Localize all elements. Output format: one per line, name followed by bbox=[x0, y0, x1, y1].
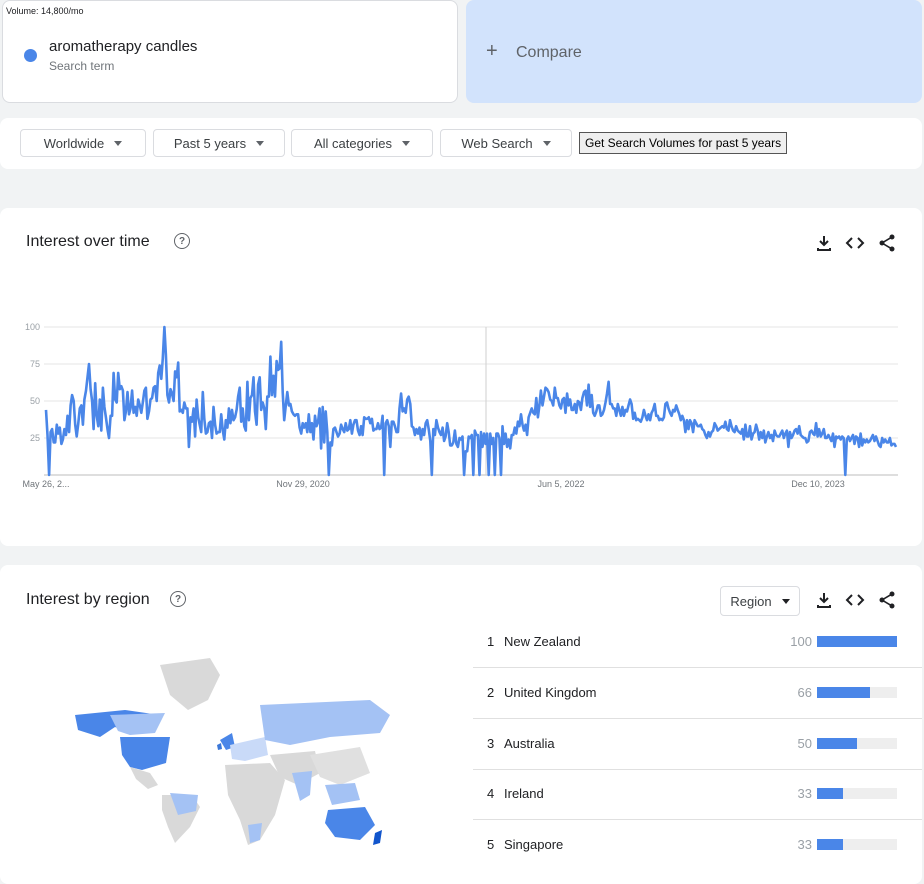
y-tick-label: 25 bbox=[30, 433, 40, 443]
x-tick-label: Dec 10, 2023 bbox=[791, 479, 845, 489]
caret-down-icon bbox=[256, 140, 265, 146]
x-tick-label: May 26, 2... bbox=[22, 479, 69, 489]
region-rank: 1 bbox=[487, 634, 495, 649]
help-icon[interactable]: ? bbox=[170, 591, 186, 607]
region-mexico-central[interactable] bbox=[130, 767, 158, 789]
region-bar-track bbox=[817, 738, 897, 749]
interest-line-chart[interactable]: 25 50 75 100 May 26, 2... Nov 29, 2020 Jun 5,… bbox=[0, 316, 922, 506]
region-india[interactable] bbox=[292, 771, 312, 801]
region-name: Singapore bbox=[504, 837, 564, 852]
region-united-states[interactable] bbox=[120, 737, 170, 770]
region-bar-track bbox=[817, 839, 897, 850]
y-tick-label: 50 bbox=[30, 396, 40, 406]
share-icon[interactable] bbox=[877, 233, 897, 253]
region-row[interactable]: 1 New Zealand 100 bbox=[473, 618, 922, 668]
caret-down-icon bbox=[402, 140, 411, 146]
region-value: 33 bbox=[797, 786, 812, 801]
region-rank: 2 bbox=[487, 685, 495, 700]
region-rank: 3 bbox=[487, 736, 495, 751]
region-russia[interactable] bbox=[260, 700, 390, 745]
compare-button[interactable]: + Compare bbox=[466, 0, 922, 103]
region-new-zealand[interactable] bbox=[373, 830, 382, 845]
region-name: New Zealand bbox=[504, 634, 581, 649]
region-row[interactable]: 2 United Kingdom 66 bbox=[473, 669, 922, 719]
download-icon[interactable] bbox=[814, 233, 834, 253]
region-name: Ireland bbox=[504, 786, 544, 801]
region-bar-track bbox=[817, 636, 897, 647]
region-china[interactable] bbox=[310, 747, 370, 785]
y-tick-label: 75 bbox=[30, 359, 40, 369]
help-icon[interactable]: ? bbox=[174, 233, 190, 249]
region-south-africa[interactable] bbox=[248, 823, 262, 843]
embed-icon[interactable] bbox=[845, 233, 865, 253]
volume-label: Volume: 14,800/mo bbox=[6, 6, 84, 16]
caret-down-icon bbox=[781, 598, 790, 604]
interest-by-region-card: Interest by region ? Region 1 New Zealan… bbox=[0, 565, 922, 884]
y-tick-label: 100 bbox=[25, 322, 40, 332]
region-canada-east[interactable] bbox=[110, 713, 165, 735]
interest-by-region-title: Interest by region bbox=[26, 591, 150, 608]
region-row[interactable]: 4 Ireland 33 bbox=[473, 770, 922, 820]
region-select-value: Region bbox=[730, 593, 772, 609]
plus-icon: + bbox=[486, 40, 498, 62]
region-bar-track bbox=[817, 788, 897, 799]
embed-icon[interactable] bbox=[845, 590, 865, 610]
get-search-volumes-button[interactable]: Get Search Volumes for past 5 years bbox=[579, 132, 788, 154]
region-bar-fill bbox=[817, 636, 897, 647]
time-filter-label: Past 5 years bbox=[173, 135, 247, 151]
region-name: United Kingdom bbox=[504, 685, 597, 700]
region-bar-fill bbox=[817, 839, 844, 850]
region-value: 66 bbox=[797, 685, 812, 700]
region-name: Australia bbox=[504, 736, 555, 751]
location-filter[interactable]: Worldwide bbox=[20, 129, 146, 157]
region-bar-track bbox=[817, 687, 897, 698]
region-bar-fill bbox=[817, 788, 844, 799]
share-icon[interactable] bbox=[877, 590, 897, 610]
region-row[interactable]: 3 Australia 50 bbox=[473, 720, 922, 770]
location-filter-label: Worldwide bbox=[43, 135, 105, 151]
search-term-name[interactable]: aromatherapy candles bbox=[49, 38, 197, 55]
x-tick-label: Jun 5, 2022 bbox=[537, 479, 584, 489]
region-europe[interactable] bbox=[230, 737, 268, 761]
region-value: 33 bbox=[797, 837, 812, 852]
region-row[interactable]: 5 Singapore 33 bbox=[473, 821, 922, 871]
region-rank: 4 bbox=[487, 786, 495, 801]
search-type-filter[interactable]: Web Search bbox=[440, 129, 572, 157]
compare-label: Compare bbox=[516, 44, 582, 61]
category-filter-label: All categories bbox=[313, 135, 393, 151]
search-term-card[interactable]: Volume: 14,800/mo aromatherapy candles S… bbox=[2, 0, 458, 103]
region-ireland[interactable] bbox=[217, 743, 222, 750]
region-southeast-asia[interactable] bbox=[325, 783, 360, 805]
filter-bar: Worldwide Past 5 years All categories We… bbox=[0, 118, 922, 169]
region-resolution-select[interactable]: Region bbox=[720, 586, 800, 616]
region-bar-fill bbox=[817, 687, 870, 698]
x-tick-label: Nov 29, 2020 bbox=[276, 479, 330, 489]
caret-down-icon bbox=[542, 140, 551, 146]
region-rank: 5 bbox=[487, 837, 495, 852]
region-bar-fill bbox=[817, 738, 857, 749]
category-filter[interactable]: All categories bbox=[291, 129, 433, 157]
search-type-filter-label: Web Search bbox=[461, 135, 533, 151]
caret-down-icon bbox=[114, 140, 123, 146]
chart-grid bbox=[44, 326, 898, 476]
time-filter[interactable]: Past 5 years bbox=[153, 129, 285, 157]
region-value: 50 bbox=[797, 736, 812, 751]
region-value: 100 bbox=[790, 634, 812, 649]
interest-over-time-card: Interest over time ? 25 50 75 100 May 26, 2… bbox=[0, 208, 922, 546]
interest-over-time-title: Interest over time bbox=[26, 233, 150, 250]
search-term-subtitle: Search term bbox=[49, 59, 115, 73]
download-icon[interactable] bbox=[814, 590, 834, 610]
term-color-dot bbox=[24, 49, 37, 62]
region-australia[interactable] bbox=[325, 807, 375, 840]
region-greenland[interactable] bbox=[160, 658, 220, 710]
world-map[interactable] bbox=[70, 655, 400, 855]
